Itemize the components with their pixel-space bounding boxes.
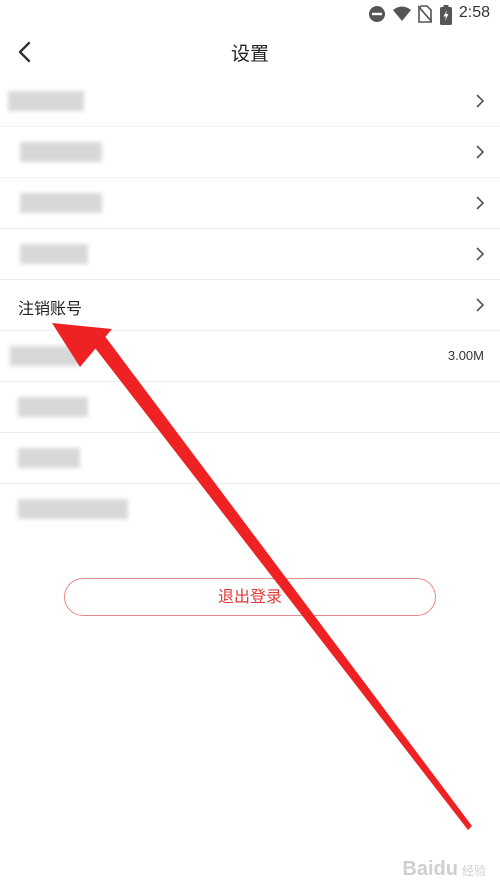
settings-row-9[interactable] xyxy=(0,484,500,535)
settings-row-clear-cache[interactable]: 3.00M xyxy=(0,331,500,382)
no-sim-icon xyxy=(418,5,432,23)
obscured-label xyxy=(18,499,128,519)
settings-list: 注销账号 3.00M xyxy=(0,76,500,535)
obscured-label xyxy=(8,91,84,111)
watermark-text: Baidu xyxy=(402,858,458,880)
settings-row-1[interactable] xyxy=(0,76,500,127)
chevron-right-icon xyxy=(476,145,485,159)
status-time: 2:58 xyxy=(458,4,490,21)
obscured-label xyxy=(18,448,80,468)
deactivate-account-label: 注销账号 xyxy=(18,299,83,318)
app-header: 设置 xyxy=(0,28,500,76)
watermark-sub: 经验 xyxy=(461,864,486,878)
page-title: 设置 xyxy=(230,43,269,65)
settings-row-deactivate-account[interactable]: 注销账号 xyxy=(0,280,500,331)
obscured-label xyxy=(20,142,102,162)
logout-button[interactable]: 退出登录 xyxy=(64,578,436,616)
chevron-right-icon xyxy=(476,94,485,108)
obscured-label xyxy=(20,193,102,213)
chevron-right-icon xyxy=(476,247,485,261)
wifi-icon xyxy=(393,6,411,21)
chevron-right-icon xyxy=(476,196,485,210)
settings-row-8[interactable] xyxy=(0,433,500,484)
battery-charging-icon xyxy=(440,5,452,25)
settings-row-7[interactable] xyxy=(0,382,500,433)
settings-row-4[interactable] xyxy=(0,229,500,280)
cache-size-value: 3.00M xyxy=(447,348,484,363)
obscured-label xyxy=(10,346,80,366)
settings-row-3[interactable] xyxy=(0,178,500,229)
logout-label: 退出登录 xyxy=(217,587,282,606)
obscured-label xyxy=(18,397,88,417)
obscured-label xyxy=(20,244,88,264)
settings-row-2[interactable] xyxy=(0,127,500,178)
do-not-disturb-icon xyxy=(369,6,385,22)
baidu-watermark: Baidu 经验 xyxy=(402,858,486,881)
status-bar: 2:58 xyxy=(0,0,500,28)
chevron-right-icon xyxy=(476,298,485,312)
